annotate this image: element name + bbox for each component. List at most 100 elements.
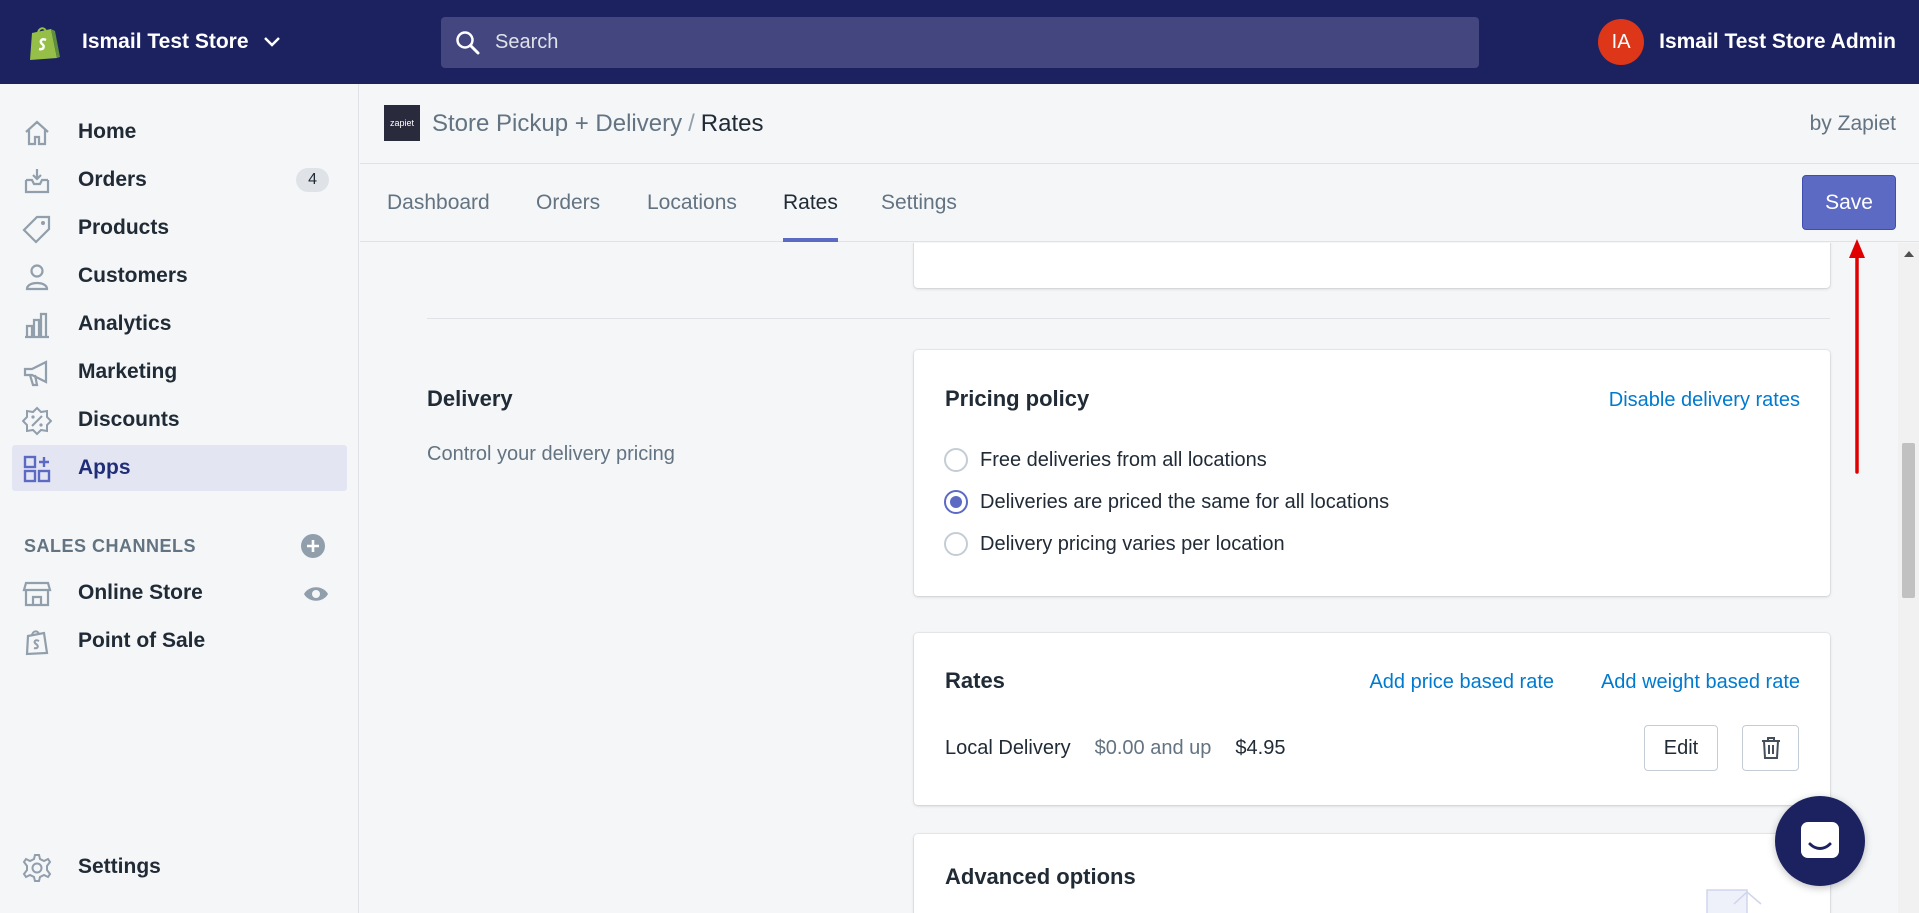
app-header: zapiet Store Pickup + Delivery / Rates by … xyxy=(360,84,1919,164)
orders-count-badge: 4 xyxy=(296,168,329,192)
rate-row: Local Delivery $0.00 and up $4.95 xyxy=(945,733,1285,763)
sidebar-item-label: Online Store xyxy=(78,581,203,604)
apps-icon xyxy=(23,455,51,483)
delivery-section-title: Delivery xyxy=(427,386,513,411)
radio-varies-per-location[interactable]: Delivery pricing varies per location xyxy=(944,529,1285,559)
shopify-logo-icon xyxy=(30,27,60,60)
avatar: IA xyxy=(1598,19,1645,65)
sidebar-item-orders[interactable]: Orders 4 xyxy=(12,157,347,203)
sidebar-item-label: Products xyxy=(78,216,170,239)
radio-free-deliveries[interactable]: Free deliveries from all locations xyxy=(944,445,1267,475)
breadcrumb-current: Rates xyxy=(700,110,764,137)
add-weight-based-rate-link[interactable]: Add weight based rate xyxy=(1601,671,1800,694)
add-price-based-rate-link[interactable]: Add price based rate xyxy=(1369,671,1554,694)
main-content: Delivery Control your delivery pricing P… xyxy=(360,243,1900,913)
sidebar-item-customers[interactable]: Customers xyxy=(12,253,347,299)
radio-same-pricing[interactable]: Deliveries are priced the same for all l… xyxy=(944,487,1389,517)
sidebar-item-marketing[interactable]: Marketing xyxy=(12,349,347,395)
sidebar-item-online-store[interactable]: Online Store xyxy=(12,570,347,616)
scroll-up-arrow-icon[interactable] xyxy=(1904,251,1914,257)
app-tabs: Dashboard Orders Locations Rates Setting… xyxy=(360,164,1919,242)
tab-locations[interactable]: Locations xyxy=(647,164,737,242)
sidebar-item-label: Discounts xyxy=(78,408,180,431)
home-icon xyxy=(25,120,49,146)
radio-button[interactable] xyxy=(944,532,968,556)
store-switcher[interactable]: Ismail Test Store xyxy=(24,22,281,62)
tab-dashboard[interactable]: Dashboard xyxy=(387,164,490,242)
discount-icon xyxy=(22,406,52,436)
sidebar-item-analytics[interactable]: Analytics xyxy=(12,301,347,347)
sidebar-item-label: Customers xyxy=(78,264,188,287)
edit-rate-button[interactable]: Edit xyxy=(1644,725,1718,771)
pricing-policy-title: Pricing policy xyxy=(945,386,1090,411)
delete-rate-button[interactable] xyxy=(1742,725,1799,771)
annotation-arrow-icon xyxy=(1849,239,1865,474)
rates-title: Rates xyxy=(945,668,1005,693)
breadcrumb-parent-link[interactable]: Store Pickup + Delivery xyxy=(432,110,682,137)
sidebar-item-point-of-sale[interactable]: Point of Sale xyxy=(12,618,347,664)
rate-price: $4.95 xyxy=(1235,736,1286,759)
radio-label: Free deliveries from all locations xyxy=(980,448,1267,471)
radio-button[interactable] xyxy=(944,448,968,472)
sidebar-item-home[interactable]: Home xyxy=(12,109,347,155)
store-icon xyxy=(22,581,52,607)
tab-orders[interactable]: Orders xyxy=(536,164,600,242)
trash-icon xyxy=(1761,737,1780,759)
store-name: Ismail Test Store xyxy=(82,30,249,53)
search-icon xyxy=(456,30,480,54)
search-placeholder: Search xyxy=(495,31,559,53)
section-divider xyxy=(427,318,1830,319)
zapiet-logo: zapiet xyxy=(384,105,420,141)
advanced-options-card: Advanced options xyxy=(914,834,1830,913)
user-menu[interactable]: IA Ismail Test Store Admin xyxy=(1598,17,1896,67)
tag-icon xyxy=(22,215,51,244)
sidebar-item-label: Home xyxy=(78,120,137,143)
sidebar-item-apps[interactable]: Apps xyxy=(12,445,347,491)
sidebar-item-settings[interactable]: Settings xyxy=(12,844,347,890)
disable-delivery-rates-link[interactable]: Disable delivery rates xyxy=(1609,389,1800,412)
rate-name: Local Delivery xyxy=(945,736,1071,759)
scroll-thumb[interactable] xyxy=(1902,443,1915,598)
delivery-section-description: Control your delivery pricing xyxy=(427,443,675,465)
pricing-policy-card: Pricing policy Disable delivery rates Fr… xyxy=(914,350,1830,596)
sidebar-item-products[interactable]: Products xyxy=(12,205,347,251)
search-input[interactable]: Search xyxy=(441,17,1479,68)
gear-icon xyxy=(22,854,52,882)
sidebar-item-label: Marketing xyxy=(78,360,178,383)
tab-rates[interactable]: Rates xyxy=(783,164,838,242)
radio-label: Delivery pricing varies per location xyxy=(980,532,1285,555)
orders-icon xyxy=(24,169,50,194)
advanced-options-title: Advanced options xyxy=(945,864,1136,889)
chevron-down-icon xyxy=(263,37,280,47)
developer-credit: by Zapiet xyxy=(1809,112,1896,135)
sidebar: Home Orders 4 Products Customers Analyti… xyxy=(0,84,359,913)
save-button[interactable]: Save xyxy=(1802,175,1896,230)
previous-card xyxy=(914,243,1830,288)
sidebar-item-discounts[interactable]: Discounts xyxy=(12,397,347,443)
scrollbar[interactable] xyxy=(1898,243,1919,913)
sidebar-item-label: Settings xyxy=(78,855,161,878)
person-icon xyxy=(25,264,49,291)
pos-icon xyxy=(25,630,49,656)
advanced-illustration-icon xyxy=(1706,889,1762,913)
radio-button[interactable] xyxy=(944,490,968,514)
chat-icon xyxy=(1801,822,1839,858)
eye-icon[interactable] xyxy=(303,584,329,604)
sales-channels-heading: SALES CHANNELS xyxy=(24,536,197,556)
add-sales-channel-icon[interactable] xyxy=(300,533,326,559)
chat-launcher-button[interactable] xyxy=(1775,796,1865,886)
breadcrumb: Store Pickup + Delivery / Rates xyxy=(432,110,763,138)
bar-chart-icon xyxy=(25,312,49,339)
megaphone-icon xyxy=(23,360,48,387)
sidebar-item-label: Apps xyxy=(78,456,131,479)
user-name: Ismail Test Store Admin xyxy=(1659,30,1896,53)
rate-condition: $0.00 and up xyxy=(1094,736,1212,759)
sidebar-item-label: Point of Sale xyxy=(78,629,206,652)
tab-settings[interactable]: Settings xyxy=(881,164,957,242)
rates-card: Rates Add price based rate Add weight ba… xyxy=(914,633,1830,805)
sidebar-item-label: Orders xyxy=(78,168,147,191)
top-bar: Ismail Test Store Search IA Ismail Test … xyxy=(0,0,1919,84)
breadcrumb-separator: / xyxy=(688,110,695,137)
sidebar-item-label: Analytics xyxy=(78,312,172,335)
radio-label: Deliveries are priced the same for all l… xyxy=(980,490,1390,513)
